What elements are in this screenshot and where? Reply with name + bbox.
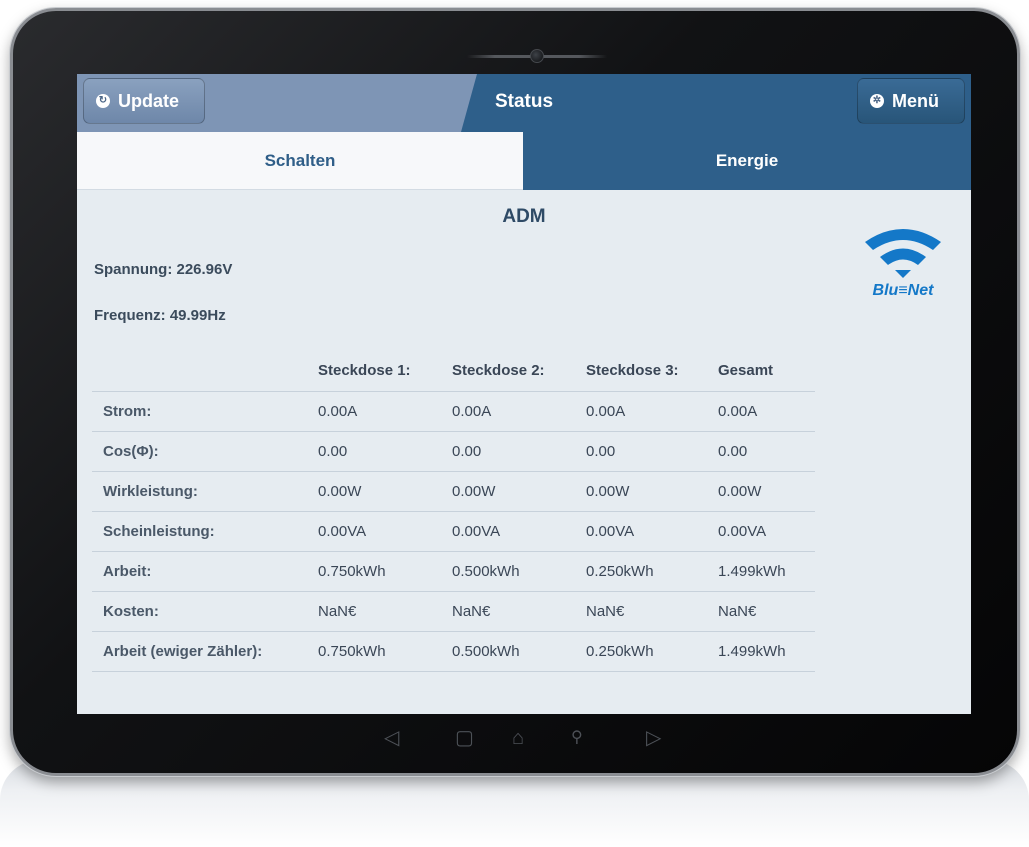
column-header: Steckdose 1: — [309, 350, 443, 392]
system-nav-bar: ◁ ▢ ⌂ ⚲ ▷ — [0, 714, 1029, 764]
bluenet-logo: Blu≡Net — [839, 220, 967, 300]
row-label: Arbeit: — [92, 551, 309, 592]
tab-energie[interactable]: Energie — [523, 132, 971, 190]
table-cell: 0.00W — [577, 471, 709, 512]
energy-content: ADM Spannung: 226.96V Frequenz: 49.99Hz … — [77, 190, 971, 714]
table-cell: 0.00VA — [443, 511, 577, 552]
row-label: Strom: — [92, 391, 309, 432]
table-cell: 0.00 — [577, 431, 709, 472]
table-cell: 0.250kWh — [577, 551, 709, 592]
table-cell: 0.00VA — [577, 511, 709, 552]
table-cell: 0.00 — [309, 431, 443, 472]
column-header — [92, 350, 309, 392]
table-cell: NaN€ — [709, 591, 815, 632]
table-row: Strom: 0.00A 0.00A 0.00A 0.00A — [92, 391, 815, 432]
logo-text: Blu≡Net — [872, 282, 934, 299]
table-cell: 0.500kWh — [443, 631, 577, 672]
table-cell: 0.00W — [309, 471, 443, 512]
table-cell: NaN€ — [577, 591, 709, 632]
table-row: Arbeit (ewiger Zähler): 0.750kWh 0.500kW… — [92, 631, 815, 672]
column-header: Steckdose 3: — [577, 350, 709, 392]
table-cell: NaN€ — [443, 591, 577, 632]
gear-icon: ✲ — [870, 94, 884, 108]
wifi-icon — [865, 229, 941, 278]
recent-apps-icon[interactable]: ▢ — [455, 728, 474, 748]
table-row: Cos(Φ): 0.00 0.00 0.00 0.00 — [92, 431, 815, 472]
header-bar: ↻ Update Status ✲ Menü — [77, 74, 971, 132]
table-cell: 1.499kWh — [709, 631, 815, 672]
table-cell: 0.00A — [709, 391, 815, 432]
table-cell: 0.00 — [709, 431, 815, 472]
row-label: Wirkleistung: — [92, 471, 309, 512]
table-cell: 0.00 — [443, 431, 577, 472]
menu-label: Menü — [892, 90, 939, 111]
table-row: Scheinleistung: 0.00VA 0.00VA 0.00VA 0.0… — [92, 511, 815, 552]
tab-schalten[interactable]: Schalten — [77, 132, 523, 190]
home-icon[interactable]: ⌂ — [512, 728, 524, 748]
table-cell: 0.00A — [443, 391, 577, 432]
menu-button[interactable]: ✲ Menü — [857, 78, 965, 124]
table-cell: NaN€ — [309, 591, 443, 632]
device-name: ADM — [502, 206, 546, 227]
camera-icon — [530, 49, 544, 63]
table-cell: 0.00A — [309, 391, 443, 432]
table-cell: 0.00W — [709, 471, 815, 512]
table-cell: 1.499kWh — [709, 551, 815, 592]
row-label: Scheinleistung: — [92, 511, 309, 552]
voltage-text: Spannung: 226.96V — [94, 261, 233, 278]
frequency-text: Frequenz: 49.99Hz — [94, 307, 226, 324]
table-cell: 0.00A — [577, 391, 709, 432]
app-screen: ↻ Update Status ✲ Menü Schalten Energie … — [77, 74, 971, 714]
table-cell: 0.00W — [443, 471, 577, 512]
table-cell: 0.500kWh — [443, 551, 577, 592]
energy-table: Steckdose 1: Steckdose 2: Steckdose 3: G… — [92, 350, 815, 672]
table-row: Kosten: NaN€ NaN€ NaN€ NaN€ — [92, 591, 815, 632]
column-header: Steckdose 2: — [443, 350, 577, 392]
table-cell: 0.750kWh — [309, 631, 443, 672]
tab-bar: Schalten Energie — [77, 132, 971, 190]
table-row: Arbeit: 0.750kWh 0.500kWh 0.250kWh 1.499… — [92, 551, 815, 592]
table-cell: 0.250kWh — [577, 631, 709, 672]
row-label: Kosten: — [92, 591, 309, 632]
column-header: Gesamt — [709, 350, 815, 392]
row-label: Arbeit (ewiger Zähler): — [92, 631, 309, 672]
table-row: Wirkleistung: 0.00W 0.00W 0.00W 0.00W — [92, 471, 815, 512]
search-icon[interactable]: ⚲ — [571, 730, 583, 746]
table-header-row: Steckdose 1: Steckdose 2: Steckdose 3: G… — [92, 350, 815, 392]
back-icon[interactable]: ◁ — [384, 728, 399, 748]
table-cell: 0.750kWh — [309, 551, 443, 592]
row-label: Cos(Φ): — [92, 431, 309, 472]
page-title: Status — [494, 91, 554, 112]
forward-icon[interactable]: ▷ — [646, 728, 661, 748]
table-cell: 0.00VA — [709, 511, 815, 552]
table-cell: 0.00VA — [309, 511, 443, 552]
